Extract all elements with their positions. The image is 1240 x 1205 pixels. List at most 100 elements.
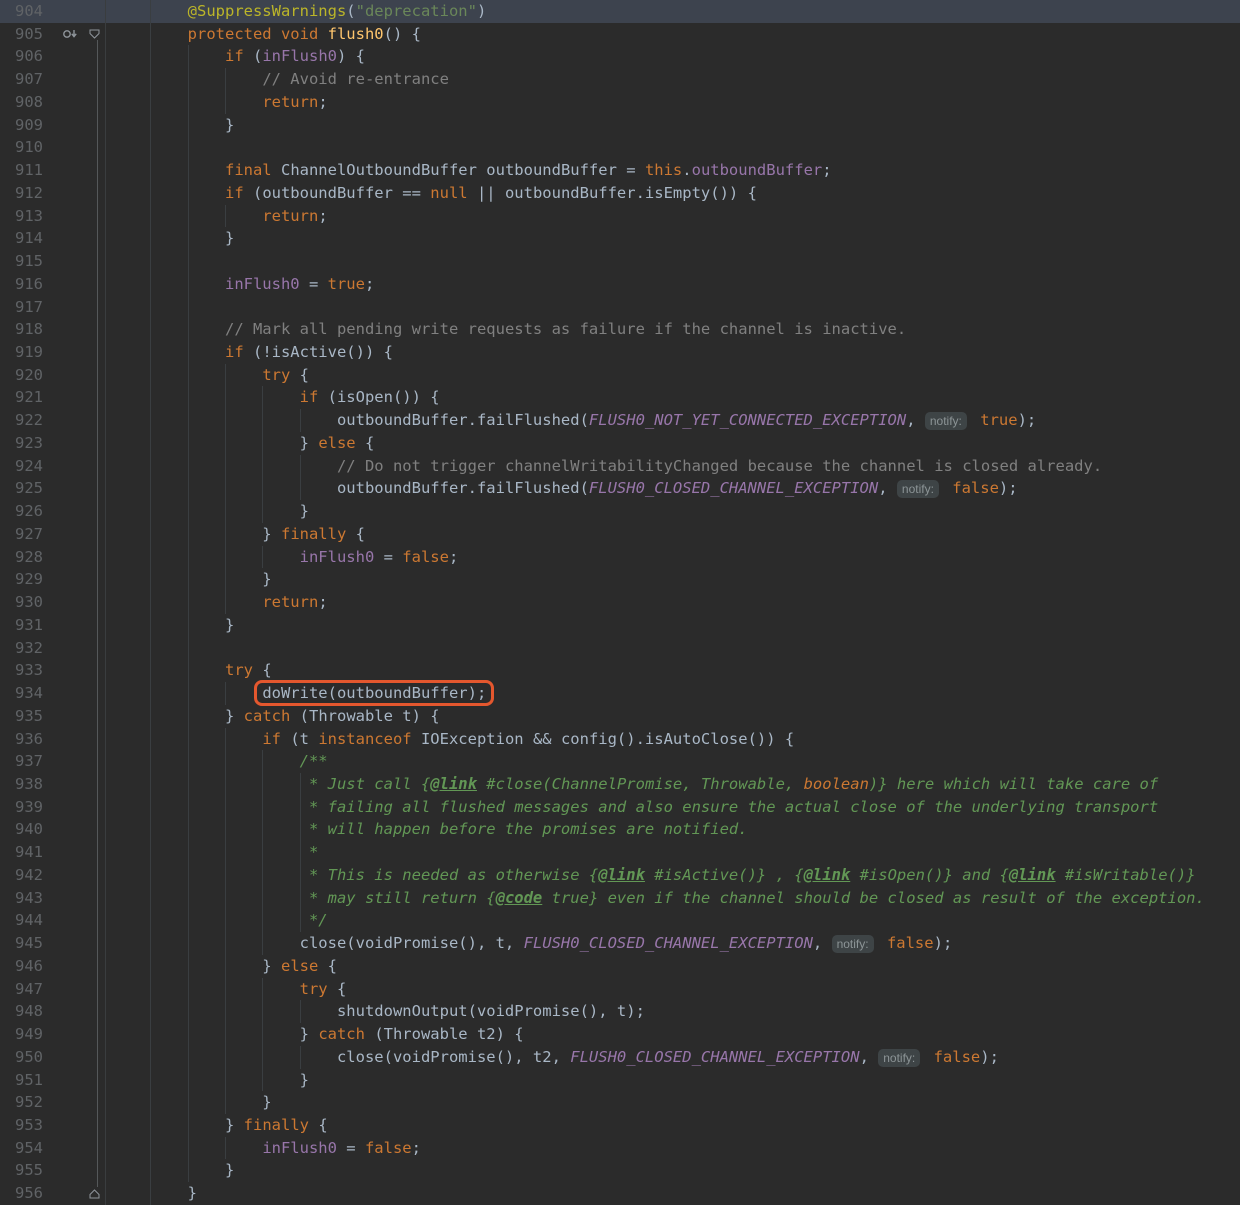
code-line[interactable]: // Avoid re-entrance [105,68,1240,91]
code-line[interactable]: @SuppressWarnings("deprecation") [105,0,1240,23]
line-number[interactable]: 912 [0,182,60,205]
code-line[interactable]: * Just call {@link #close(ChannelPromise… [105,772,1240,796]
code-line[interactable]: inFlush0 = true; [105,272,1240,296]
code-line[interactable]: * will happen before the promises are no… [105,818,1240,842]
code-line[interactable]: } finally { [105,522,1240,546]
code-line[interactable]: } [105,613,1240,637]
code-line[interactable]: shutdownOutput(voidPromise(), t); [105,1000,1240,1024]
code-line[interactable]: inFlush0 = false; [105,545,1240,569]
line-number[interactable]: 936 [0,728,60,751]
code-line[interactable]: try { [105,659,1240,683]
line-number[interactable]: 951 [0,1069,60,1092]
line-number[interactable]: 908 [0,91,60,114]
line-number[interactable]: 911 [0,159,60,182]
line-number[interactable]: 945 [0,932,60,955]
code-line[interactable]: outboundBuffer.failFlushed(FLUSH0_NOT_YE… [105,409,1240,432]
code-line[interactable]: * This is needed as otherwise {@link #is… [105,863,1240,887]
line-number[interactable]: 905 [0,23,60,46]
line-number[interactable]: 948 [0,1000,60,1023]
line-number[interactable]: 943 [0,887,60,910]
line-number[interactable]: 929 [0,568,60,591]
code-line[interactable]: * may still return {@code true} even if … [105,886,1240,910]
line-number[interactable]: 910 [0,136,60,159]
line-number[interactable]: 942 [0,864,60,887]
line-number[interactable]: 930 [0,591,60,614]
line-number[interactable]: 923 [0,432,60,455]
line-number[interactable]: 914 [0,227,60,250]
line-number[interactable]: 931 [0,614,60,637]
code-line[interactable]: /** [105,750,1240,773]
code-line[interactable] [105,636,1240,660]
code-line[interactable]: * [105,841,1240,864]
line-number[interactable]: 952 [0,1091,60,1114]
code-line[interactable]: } [105,113,1240,137]
line-number[interactable]: 926 [0,500,60,523]
code-line[interactable]: } finally { [105,1113,1240,1137]
code-line[interactable]: try { [105,363,1240,387]
fold-start-icon[interactable] [89,29,100,39]
code-line[interactable]: try { [105,977,1240,1001]
line-number[interactable]: 956 [0,1182,60,1205]
line-number[interactable]: 946 [0,955,60,978]
line-number[interactable]: 909 [0,114,60,137]
line-number[interactable]: 917 [0,296,60,319]
line-number[interactable]: 949 [0,1023,60,1046]
code-line[interactable]: inFlush0 = false; [105,1136,1240,1160]
line-number[interactable]: 934 [0,682,60,705]
line-number[interactable]: 932 [0,637,60,660]
line-number[interactable]: 904 [0,0,60,23]
line-number[interactable]: 906 [0,45,60,68]
line-number[interactable]: 933 [0,659,60,682]
code-line[interactable]: if (inFlush0) { [105,45,1240,69]
line-number[interactable]: 925 [0,477,60,500]
line-number[interactable]: 918 [0,318,60,341]
code-line[interactable]: if (!isActive()) { [105,341,1240,364]
line-number[interactable]: 913 [0,205,60,228]
code-line[interactable] [105,250,1240,273]
code-line[interactable]: close(voidPromise(), t, FLUSH0_CLOSED_CH… [105,932,1240,955]
line-number[interactable]: 927 [0,523,60,546]
code-line[interactable]: } [105,1091,1240,1114]
code-line[interactable]: if (outboundBuffer == null || outboundBu… [105,181,1240,205]
code-line[interactable]: } [105,1159,1240,1183]
line-number[interactable]: 920 [0,364,60,387]
line-number[interactable]: 935 [0,705,60,728]
line-number[interactable]: 907 [0,68,60,91]
code-line[interactable]: } else { [105,431,1240,455]
code-line[interactable]: return; [105,90,1240,114]
code-line[interactable]: return; [105,204,1240,228]
line-number[interactable]: 915 [0,250,60,273]
line-number[interactable]: 941 [0,841,60,864]
code-line[interactable]: } [105,227,1240,251]
overridden-method-icon[interactable] [62,28,78,40]
code-line[interactable] [105,295,1240,319]
line-number[interactable]: 955 [0,1159,60,1182]
line-number[interactable]: 940 [0,818,60,841]
line-number[interactable]: 944 [0,909,60,932]
line-number[interactable]: 928 [0,546,60,569]
code-line[interactable] [105,136,1240,160]
line-number[interactable]: 922 [0,409,60,432]
code-line[interactable]: if (t instanceof IOException && config()… [105,727,1240,751]
line-number[interactable]: 954 [0,1137,60,1160]
line-number[interactable]: 939 [0,796,60,819]
code-line[interactable]: } else { [105,954,1240,978]
line-number[interactable]: 953 [0,1114,60,1137]
fold-end-icon[interactable] [89,1188,100,1199]
code-line[interactable]: } [105,1182,1240,1205]
code-line[interactable]: protected void flush0() { [105,22,1240,46]
line-number[interactable]: 919 [0,341,60,364]
code-line[interactable]: } [105,1068,1240,1092]
code-line[interactable]: */ [105,909,1240,933]
code-line[interactable]: * failing all flushed messages and also … [105,795,1240,819]
code-line[interactable]: } catch (Throwable t) { [105,704,1240,728]
line-number[interactable]: 921 [0,386,60,409]
line-number[interactable]: 916 [0,273,60,296]
line-number[interactable]: 947 [0,978,60,1001]
code-line[interactable]: if (isOpen()) { [105,386,1240,410]
code-line[interactable]: close(voidPromise(), t2, FLUSH0_CLOSED_C… [105,1045,1240,1069]
code-line[interactable]: } [105,568,1240,592]
line-number[interactable]: 937 [0,750,60,773]
code-line[interactable]: } catch (Throwable t2) { [105,1023,1240,1046]
code-line[interactable]: // Do not trigger channelWritabilityChan… [105,454,1240,478]
